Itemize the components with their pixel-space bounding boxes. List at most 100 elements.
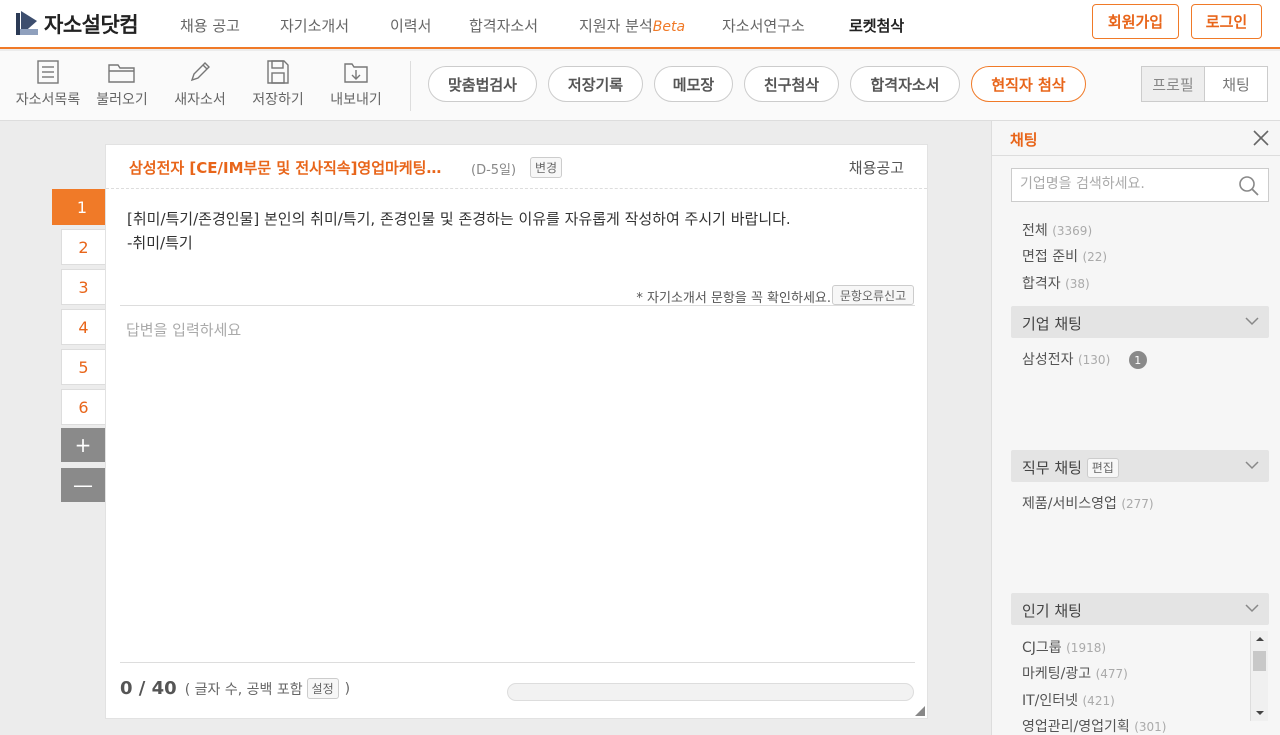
- question-line-2: -취미/특기: [127, 234, 193, 252]
- count-description-open: ( 글자 수, 공백 포함: [184, 681, 303, 698]
- toolbar-divider: [410, 61, 411, 111]
- nav-applicant-analysis-label: 지원자 분석: [579, 17, 653, 35]
- popular-chat-item[interactable]: CJ그룹 (1918): [1022, 637, 1106, 657]
- question-tab-6[interactable]: 6: [61, 389, 105, 425]
- count-current: 0: [120, 678, 133, 699]
- chat-category-passed-count: (38): [1065, 277, 1090, 291]
- deadline-label: (D-5일): [471, 163, 517, 178]
- chat-category-all-label: 전체: [1022, 223, 1048, 239]
- answer-textarea[interactable]: [121, 317, 916, 657]
- nav-cover-letter[interactable]: 자기소개서: [280, 15, 349, 36]
- company-chat-section-header[interactable]: 기업 채팅: [1011, 306, 1269, 338]
- popular-chat-item[interactable]: 영업관리/영업기획 (301): [1022, 716, 1167, 733]
- scrollbar-thumb[interactable]: [1253, 651, 1266, 671]
- save-icon: [267, 60, 289, 84]
- chat-category-interview[interactable]: 면접 준비 (22): [1022, 246, 1107, 266]
- company-chat-item-label: 삼성전자: [1022, 352, 1074, 368]
- popular-chat-item-label: IT/인터넷: [1022, 693, 1079, 709]
- tool-letter-list[interactable]: 자소서목록: [8, 59, 88, 109]
- count-description-close: ): [344, 680, 351, 697]
- job-posting-link[interactable]: 채용공고: [849, 157, 904, 178]
- editor-card: 삼성전자 [CE/IM부문 및 전사직속]영업마케팅… (D-5일) 변경 채용…: [105, 144, 928, 719]
- login-button[interactable]: 로그인: [1191, 4, 1262, 39]
- popular-chat-section-header[interactable]: 인기 채팅: [1011, 593, 1269, 625]
- nav-resume[interactable]: 이력서: [390, 15, 431, 36]
- resize-handle-icon[interactable]: [915, 706, 925, 716]
- profile-tab[interactable]: 프로필: [1142, 67, 1205, 101]
- company-chat-item[interactable]: 삼성전자 (130) 1: [1022, 349, 1147, 369]
- popular-chat-item-label: 마케팅/광고: [1022, 666, 1092, 682]
- question-tab-4[interactable]: 4: [61, 309, 105, 345]
- nav-research-lab[interactable]: 자소서연구소: [722, 15, 805, 36]
- job-chat-item[interactable]: 제품/서비스영업 (277): [1022, 493, 1154, 513]
- remove-question-button[interactable]: —: [61, 468, 105, 502]
- tool-load[interactable]: 불러오기: [82, 59, 162, 109]
- nav-applicant-analysis[interactable]: 지원자 분석Beta: [579, 15, 685, 36]
- popular-chat-title: 인기 채팅: [1022, 602, 1082, 620]
- add-question-button[interactable]: +: [61, 428, 105, 462]
- chevron-down-icon: [1245, 604, 1259, 613]
- nav-passed-letters[interactable]: 합격자소서: [469, 15, 538, 36]
- question-tab-3[interactable]: 3: [61, 269, 105, 305]
- divider: [120, 662, 915, 663]
- signup-button[interactable]: 회원가입: [1092, 4, 1179, 39]
- company-search-input[interactable]: [1020, 176, 1230, 192]
- tool-export-label: 내보내기: [330, 92, 382, 108]
- count-setting-button[interactable]: 설정: [306, 678, 339, 699]
- count-description: ( 글자 수, 공백 포함 설정 ): [185, 678, 350, 699]
- nav-job-postings[interactable]: 채용 공고: [180, 15, 240, 36]
- popular-chat-list: CJ그룹 (1918) 마케팅/광고 (477) IT/인터넷 (421) 영업…: [1011, 631, 1269, 733]
- chat-tab[interactable]: 채팅: [1205, 67, 1267, 101]
- search-icon[interactable]: [1238, 175, 1260, 197]
- chevron-down-icon: [1245, 317, 1259, 326]
- expert-review-button[interactable]: 현직자 첨삭: [971, 66, 1086, 102]
- popular-chat-item[interactable]: 마케팅/광고 (477): [1022, 663, 1128, 683]
- popular-list-scrollbar[interactable]: [1250, 631, 1268, 721]
- list-icon: [37, 60, 59, 84]
- tool-new-letter[interactable]: 새자소서: [160, 59, 240, 109]
- chat-header: 채팅: [992, 121, 1280, 156]
- chat-category-passed[interactable]: 합격자 (38): [1022, 273, 1090, 293]
- popular-chat-item-count: (421): [1082, 694, 1115, 708]
- character-count: 0 / 40 ( 글자 수, 공백 포함 설정 ): [120, 678, 350, 699]
- folder-icon: [108, 64, 135, 83]
- passed-letters-button[interactable]: 합격자소서: [850, 66, 960, 102]
- count-separator: /: [132, 678, 152, 699]
- popular-chat-item[interactable]: IT/인터넷 (421): [1022, 690, 1115, 710]
- beta-label: Beta: [652, 19, 686, 35]
- spellcheck-button[interactable]: 맞춤법검사: [428, 66, 537, 102]
- chat-category-all[interactable]: 전체 (3369): [1022, 220, 1092, 240]
- job-chat-section-header[interactable]: 직무 채팅 편집: [1011, 450, 1269, 482]
- job-chat-title: 직무 채팅 편집: [1022, 457, 1119, 479]
- job-title[interactable]: 삼성전자 [CE/IM부문 및 전사직속]영업마케팅…: [129, 157, 441, 178]
- scroll-up-icon[interactable]: [1251, 633, 1269, 645]
- tool-load-label: 불러오기: [96, 92, 148, 108]
- memo-button[interactable]: 메모장: [654, 66, 733, 102]
- report-question-error-button[interactable]: 문항오류신고: [832, 285, 914, 305]
- site-logo[interactable]: 자소설닷컴: [16, 9, 139, 39]
- company-chat-title: 기업 채팅: [1022, 315, 1082, 333]
- count-max: 40: [151, 678, 177, 699]
- popular-chat-item-label: CJ그룹: [1022, 640, 1062, 656]
- change-job-button[interactable]: 변경: [530, 157, 562, 178]
- popular-chat-item-count: (477): [1095, 667, 1128, 681]
- save-history-button[interactable]: 저장기록: [548, 66, 643, 102]
- question-tab-1[interactable]: 1: [52, 189, 111, 225]
- toolbar: 자소서목록 불러오기 새자소서 저장하기 내보내기 맞춤법검사 저장기록 메모장…: [0, 51, 1280, 121]
- close-icon[interactable]: [1252, 129, 1270, 147]
- logo-icon: [16, 11, 38, 37]
- tool-export[interactable]: 내보내기: [316, 59, 396, 109]
- job-chat-edit-button[interactable]: 편집: [1086, 457, 1119, 478]
- friend-review-button[interactable]: 친구첨삭: [744, 66, 839, 102]
- question-tab-2[interactable]: 2: [61, 229, 105, 265]
- divider: [120, 305, 915, 306]
- scroll-down-icon[interactable]: [1251, 707, 1269, 719]
- tool-save[interactable]: 저장하기: [238, 59, 318, 109]
- question-notice: * 자기소개서 문항을 꼭 확인하세요.: [636, 291, 831, 306]
- job-chat-title-label: 직무 채팅: [1022, 459, 1082, 477]
- nav-rocket-review[interactable]: 로켓첨삭: [849, 15, 904, 36]
- popular-chat-item-count: (1918): [1066, 641, 1107, 655]
- job-chat-item-label: 제품/서비스영업: [1022, 496, 1117, 512]
- question-tab-5[interactable]: 5: [61, 349, 105, 385]
- editor-header: 삼성전자 [CE/IM부문 및 전사직속]영업마케팅… (D-5일) 변경 채용…: [106, 145, 927, 189]
